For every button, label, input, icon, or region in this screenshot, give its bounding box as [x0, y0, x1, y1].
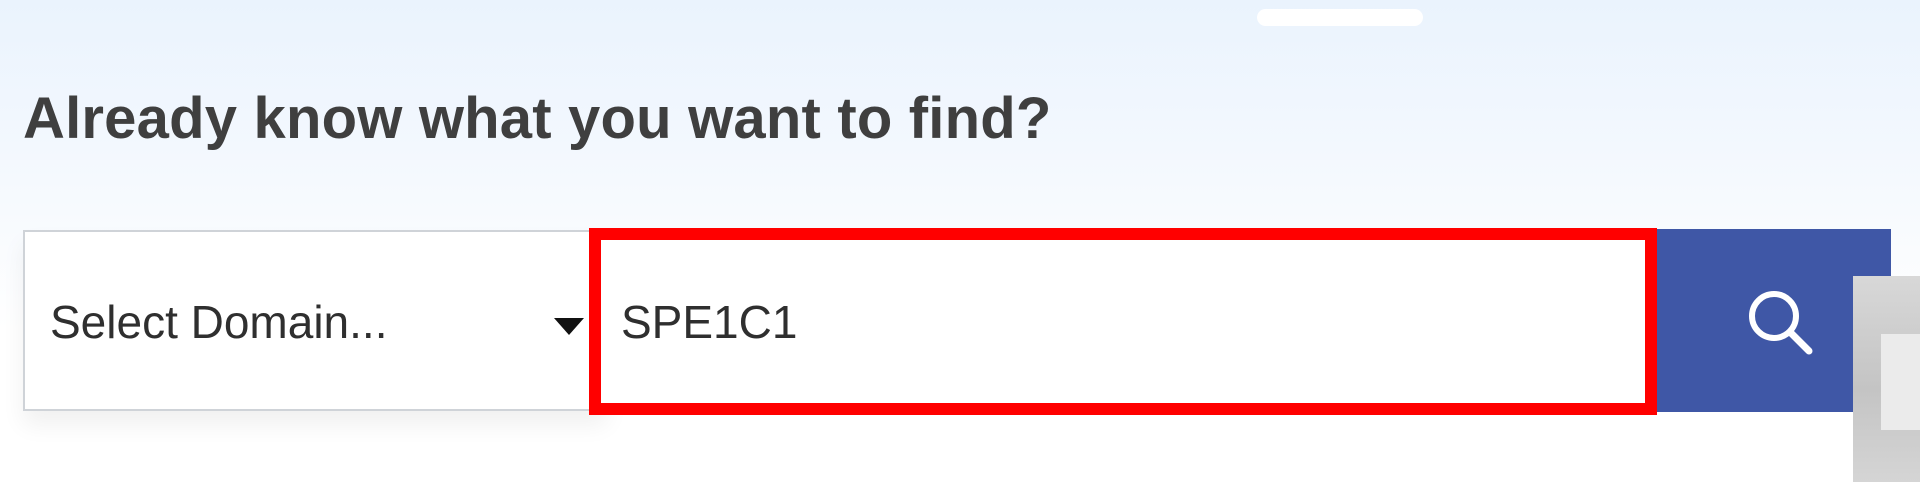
caret-down-icon [554, 318, 584, 335]
highlighted-search-input-container [589, 228, 1657, 415]
page-title: Already know what you want to find? [23, 86, 1052, 151]
search-input[interactable] [601, 240, 1645, 403]
domain-select-label: Select Domain... [50, 296, 388, 348]
top-scroll-indicator [1257, 9, 1423, 26]
background-image-fragment [1853, 276, 1920, 482]
domain-select[interactable]: Select Domain... [23, 230, 607, 411]
search-bar: Select Domain... [23, 228, 1891, 415]
search-icon [1749, 291, 1813, 355]
